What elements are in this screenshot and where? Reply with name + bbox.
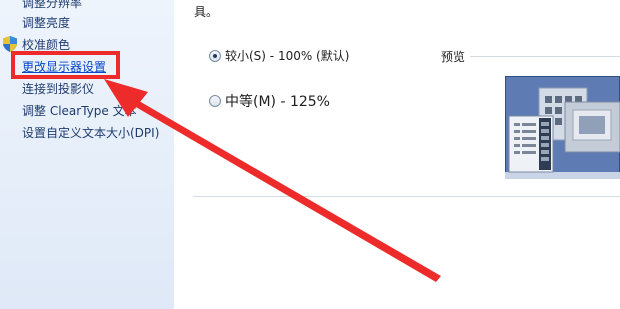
annotation-highlight-box xyxy=(11,51,120,79)
preview-label: 预览 xyxy=(441,50,466,64)
preview-image xyxy=(505,76,620,179)
radio-smaller[interactable] xyxy=(209,50,221,62)
radio-medium[interactable] xyxy=(209,95,221,107)
option-smaller-label[interactable]: 较小(S) - 100% (默认) xyxy=(225,47,349,64)
sidebar-item-adjust-resolution[interactable]: 调整分辨率 xyxy=(22,0,82,11)
preview-rule xyxy=(470,56,620,57)
truncated-description: 具。 xyxy=(194,5,219,19)
option-medium-label[interactable]: 中等(M) - 125% xyxy=(225,91,330,111)
sidebar-item-custom-dpi[interactable]: 设置自定义文本大小(DPI) xyxy=(22,124,159,141)
shield-icon xyxy=(3,36,17,52)
sidebar-item-adjust-cleartype[interactable]: 调整 ClearType 文本 xyxy=(22,102,137,119)
sidebar-item-adjust-brightness[interactable]: 调整亮度 xyxy=(22,14,70,31)
sidebar-item-connect-projector[interactable]: 连接到投影仪 xyxy=(22,80,94,97)
sidebar: 调整分辨率 调整亮度 校准颜色 更改显示器设置 连接到投影仪 调整 ClearT… xyxy=(0,0,174,309)
divider xyxy=(193,196,620,197)
